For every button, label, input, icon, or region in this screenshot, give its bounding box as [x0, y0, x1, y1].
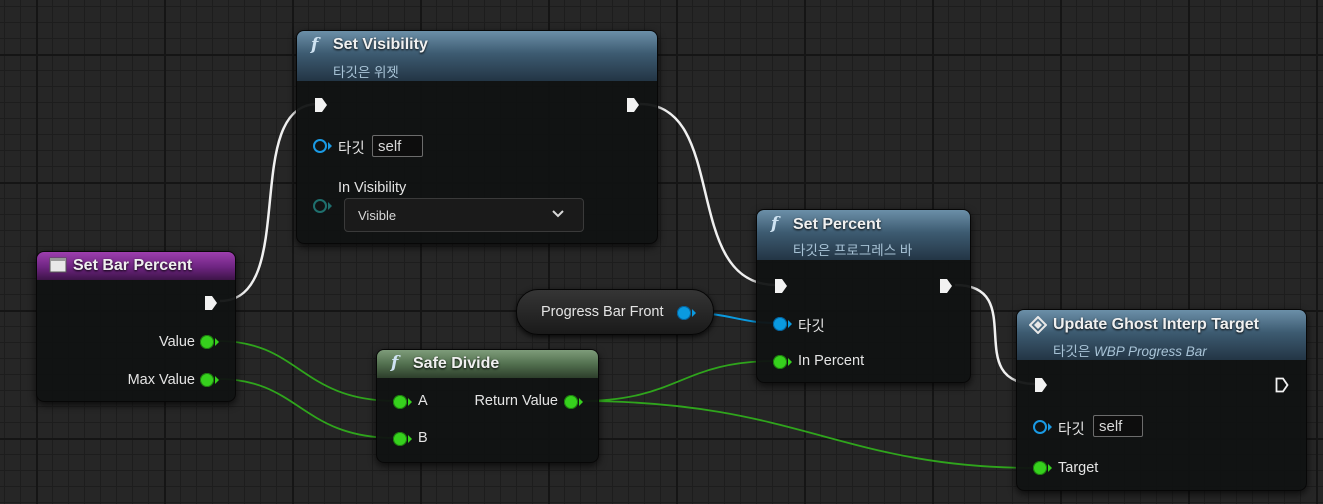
chevron-down-icon: [552, 210, 564, 218]
float-wire-value-to-a: [217, 340, 397, 402]
target-label: 타깃: [798, 319, 825, 335]
target-label: 타깃: [1058, 422, 1085, 438]
b-label: B: [418, 430, 428, 446]
safe-divide-node[interactable]: f Safe Divide A B Return Value: [376, 349, 599, 463]
max-value-pin-arrow: [215, 376, 219, 384]
subtitle-prefix: 타깃은: [1053, 344, 1095, 359]
target-pin-arrow: [328, 142, 332, 150]
max-value-label: Max Value: [127, 372, 195, 388]
exec-in-pin[interactable]: [1034, 377, 1048, 393]
node-title: Set Visibility: [333, 36, 428, 53]
in-percent-pin[interactable]: [773, 355, 787, 369]
max-value-pin[interactable]: [200, 373, 214, 387]
target-pin[interactable]: [1033, 420, 1047, 434]
exec-out-pin[interactable]: [626, 97, 640, 113]
node-subtitle: 타깃은 WBP Progress Bar: [1053, 340, 1207, 360]
a-pin[interactable]: [393, 395, 407, 409]
target-pin[interactable]: [773, 317, 787, 331]
node-title: Safe Divide: [413, 355, 500, 372]
float-wire-return-to-target: [579, 400, 1037, 469]
value-label: Value: [158, 334, 195, 350]
a-label: A: [418, 393, 428, 409]
a-pin-arrow: [408, 398, 412, 406]
exec-out-pin[interactable]: [939, 278, 953, 294]
target-self-field[interactable]: self: [372, 135, 423, 157]
function-icon: f: [391, 353, 399, 373]
target-pin-label: Target: [1058, 460, 1099, 476]
b-pin[interactable]: [393, 432, 407, 446]
update-ghost-interp-target-node[interactable]: Update Ghost Interp Target 타깃은 WBP Progr…: [1016, 309, 1307, 491]
progress-bar-front-out-pin[interactable]: [677, 306, 691, 320]
interface-diamond-icon: [1029, 316, 1047, 334]
exec-out-pin[interactable]: [1275, 377, 1289, 393]
set-percent-node[interactable]: f Set Percent 타깃은 프로그레스 바 타깃 In Percent: [756, 209, 971, 383]
target-float-pin-arrow: [1048, 464, 1052, 472]
float-wire-return-to-inpercent: [579, 360, 777, 402]
value-pin[interactable]: [200, 335, 214, 349]
set-visibility-node[interactable]: f Set Visibility 타깃은 위젯 타깃 self In Visib…: [296, 30, 658, 244]
target-pin-arrow: [1048, 423, 1052, 431]
exec-out-pin[interactable]: [204, 295, 218, 311]
target-float-pin[interactable]: [1033, 461, 1047, 475]
node-subtitle: 타깃은 위젯: [333, 65, 399, 80]
variable-label: Progress Bar Front: [541, 304, 664, 320]
target-pin-arrow: [788, 320, 792, 328]
in-visibility-pin[interactable]: [313, 199, 327, 213]
event-icon: [49, 257, 67, 273]
in-visibility-label: In Visibility: [338, 180, 407, 196]
subtitle-class-name: WBP Progress Bar: [1094, 344, 1207, 359]
visibility-dropdown[interactable]: Visible: [344, 198, 584, 232]
target-pin[interactable]: [313, 139, 327, 153]
return-value-label: Return Value: [474, 393, 558, 409]
return-value-pin-arrow: [579, 398, 583, 406]
b-pin-arrow: [408, 435, 412, 443]
exec-in-pin[interactable]: [314, 97, 328, 113]
in-percent-pin-arrow: [788, 358, 792, 366]
visibility-selected: Visible: [358, 208, 397, 223]
node-title: Set Bar Percent: [73, 257, 193, 274]
in-percent-label: In Percent: [798, 353, 865, 369]
return-value-pin[interactable]: [564, 395, 578, 409]
exec-in-pin[interactable]: [774, 278, 788, 294]
function-icon: f: [771, 214, 779, 234]
target-self-field[interactable]: self: [1093, 415, 1143, 437]
node-title: Update Ghost Interp Target: [1053, 316, 1259, 333]
progress-bar-front-pin-arrow: [692, 309, 696, 317]
set-bar-percent-node[interactable]: Set Bar Percent Value Max Value: [36, 251, 236, 402]
float-wire-maxvalue-to-b: [217, 378, 397, 439]
target-label: 타깃: [338, 141, 365, 157]
function-icon: f: [311, 35, 319, 55]
in-visibility-pin-arrow: [328, 202, 332, 210]
node-subtitle: 타깃은 프로그레스 바: [793, 243, 913, 258]
progress-bar-front-variable[interactable]: Progress Bar Front: [516, 289, 714, 335]
node-title: Set Percent: [793, 216, 882, 233]
value-pin-arrow: [215, 338, 219, 346]
